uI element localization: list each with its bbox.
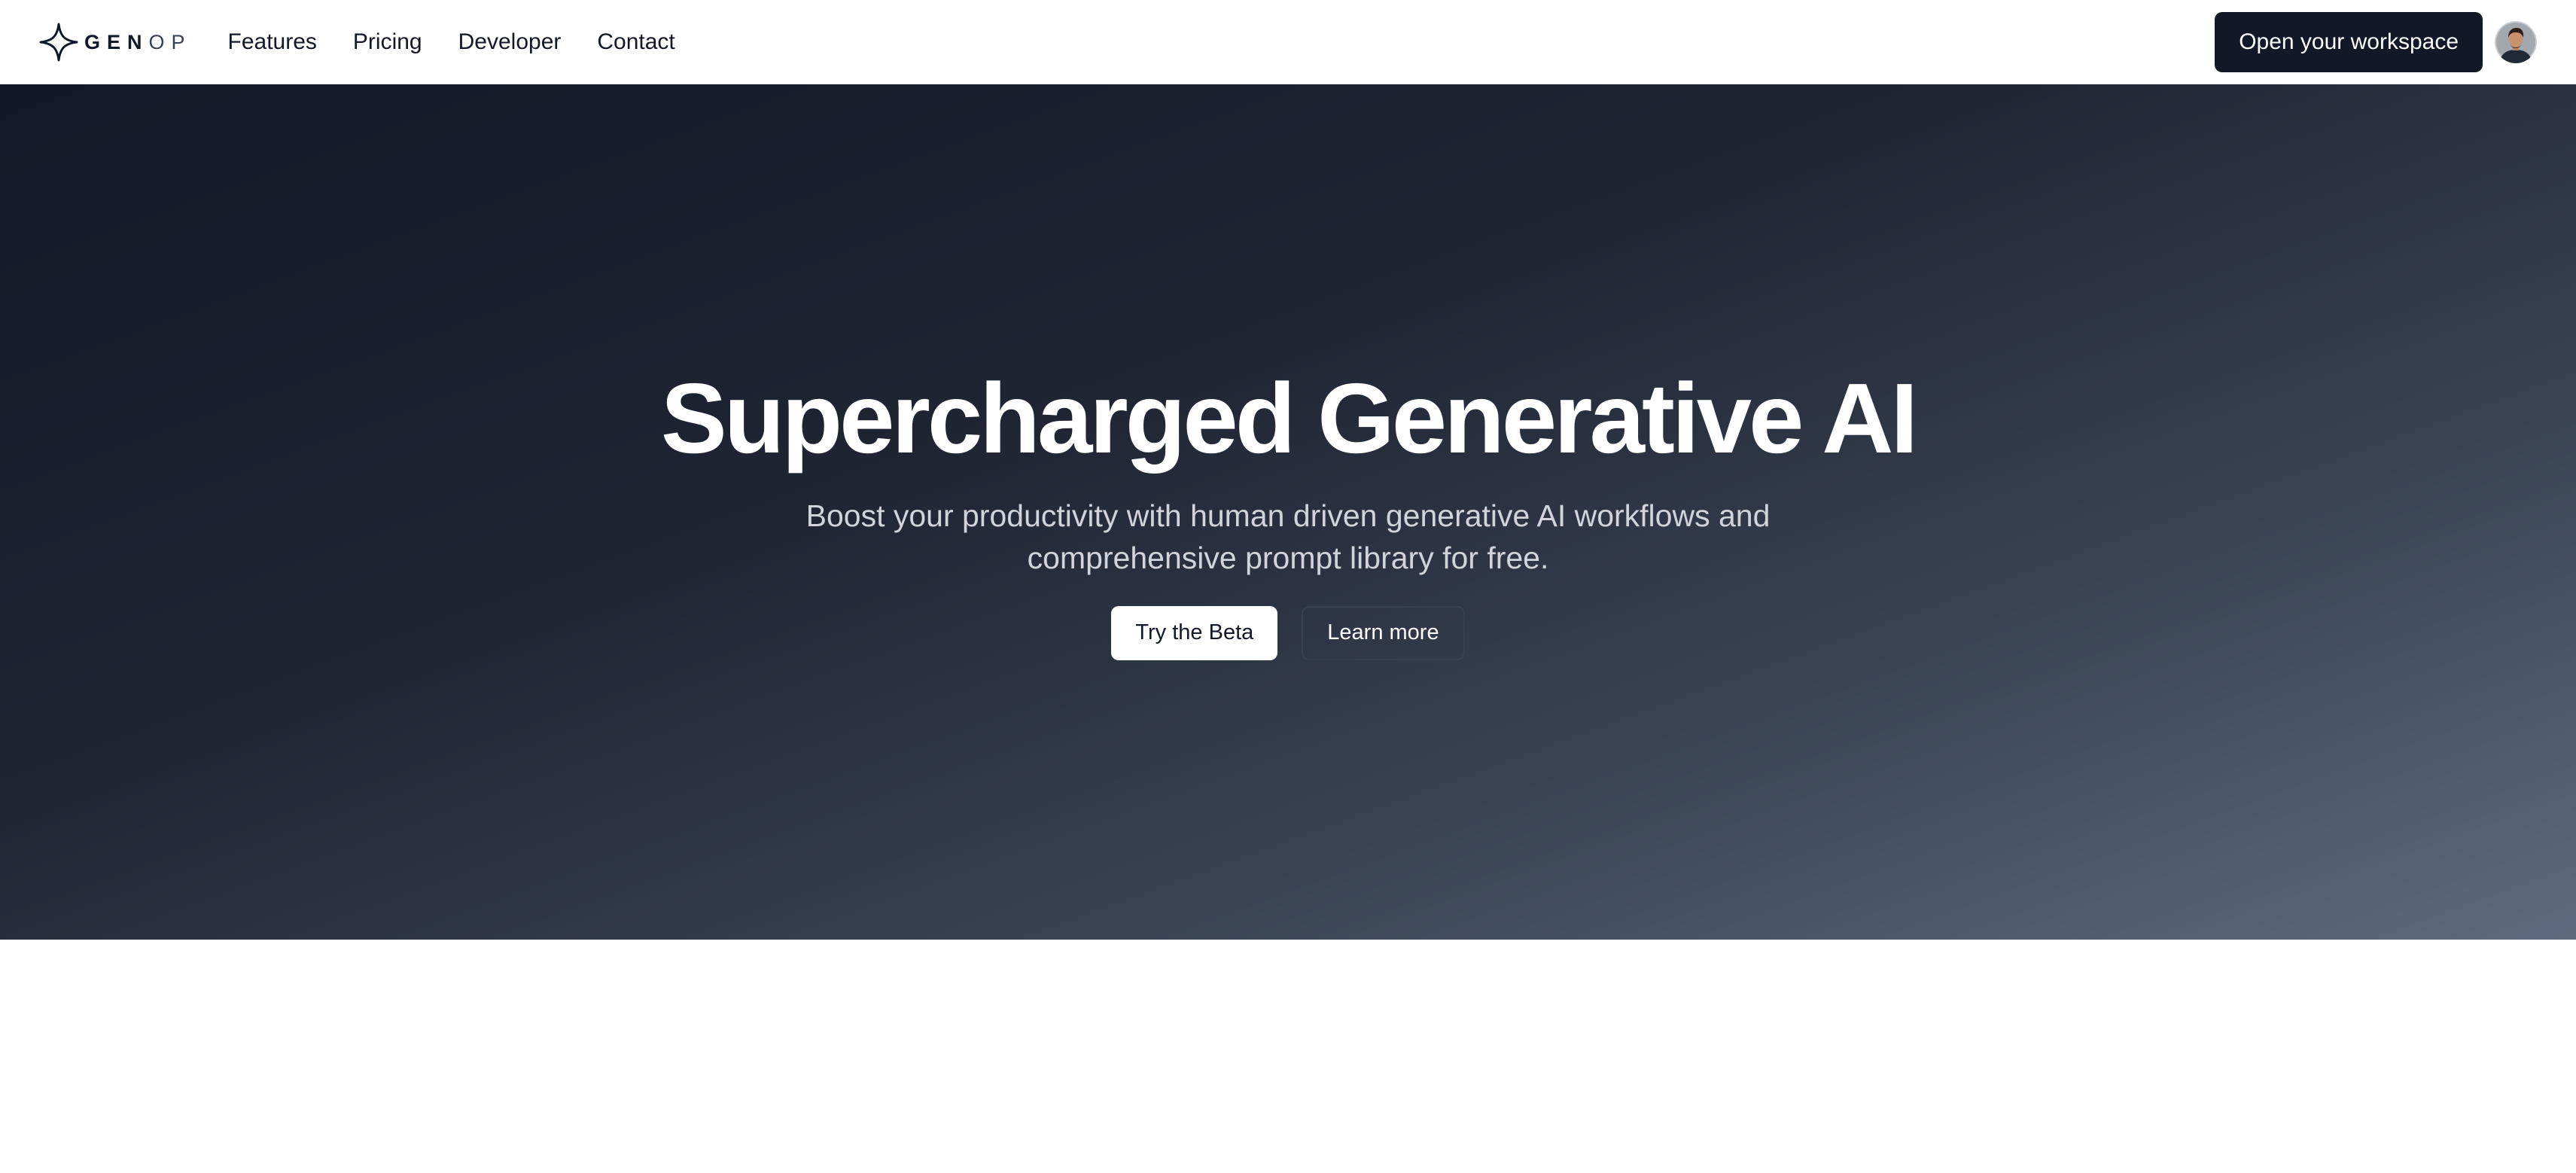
top-navbar: GENOP Features Pricing Developer Contact… — [0, 0, 2576, 84]
logo-wordmark-light: OP — [148, 30, 192, 53]
learn-more-button[interactable]: Learn more — [1302, 605, 1465, 660]
logo-wordmark: GENOP — [84, 31, 192, 54]
hero-section: Supercharged Generative AI Boost your pr… — [0, 84, 2576, 940]
nav-link-features[interactable]: Features — [228, 29, 317, 55]
hero-subtitle: Boost your productivity with human drive… — [805, 498, 1771, 575]
logo-wordmark-bold: GEN — [84, 30, 149, 53]
nav-link-developer[interactable]: Developer — [458, 29, 562, 55]
try-beta-button[interactable]: Try the Beta — [1111, 605, 1278, 660]
logo[interactable]: GENOP — [39, 23, 192, 62]
hero-actions: Try the Beta Learn more — [1111, 605, 1465, 660]
page-content-area — [0, 940, 2576, 1173]
nav-link-pricing[interactable]: Pricing — [353, 29, 422, 55]
user-avatar[interactable] — [2495, 21, 2537, 63]
nav-link-contact[interactable]: Contact — [597, 29, 674, 55]
nav-actions: Open your workspace — [2215, 12, 2537, 72]
hero-title: Supercharged Generative AI — [660, 363, 1918, 474]
open-workspace-button[interactable]: Open your workspace — [2215, 12, 2483, 72]
nav-links: Features Pricing Developer Contact — [228, 29, 675, 55]
sparkle-icon — [39, 23, 78, 62]
